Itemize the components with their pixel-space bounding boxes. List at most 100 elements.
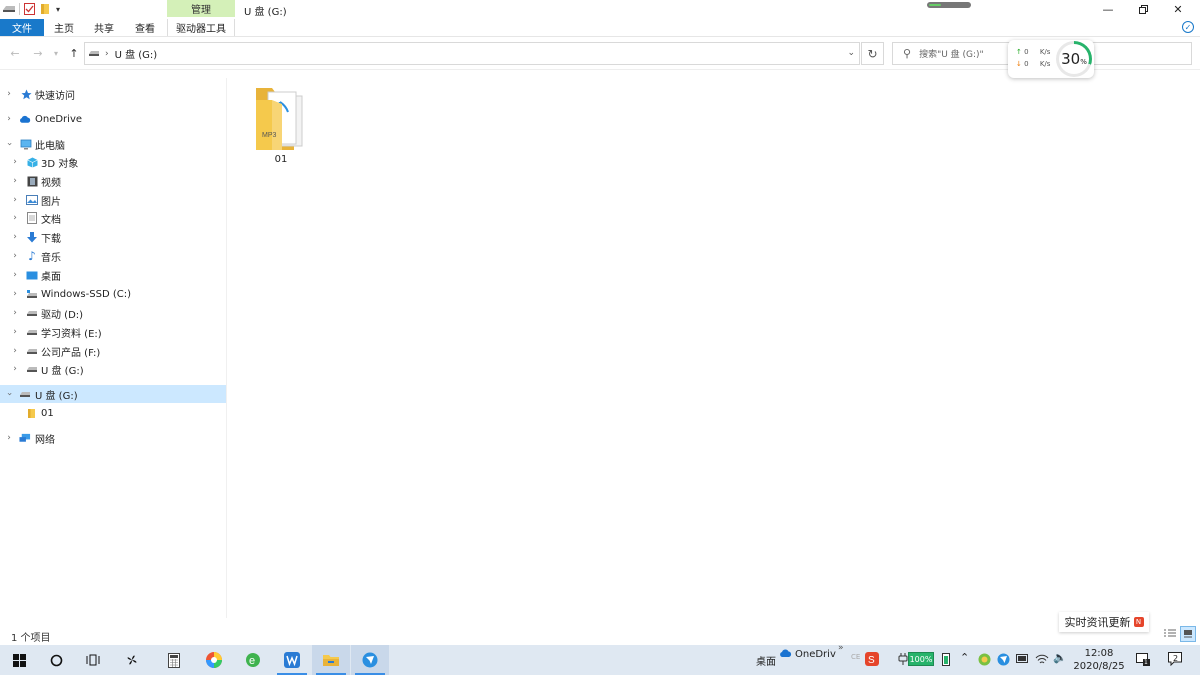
large-icons-view-button[interactable]	[1180, 626, 1196, 642]
ie-browser-button[interactable]: e	[234, 645, 272, 675]
nav-item-drive-g[interactable]: › U 盘 (G:)	[0, 360, 226, 378]
nav-item-downloads[interactable]: › 下载	[0, 228, 226, 246]
action-center-icon[interactable]: 2	[1168, 652, 1182, 669]
tab-share[interactable]: 共享	[84, 19, 124, 36]
nav-item-drive-c[interactable]: › Windows-SSD (C:)	[0, 285, 226, 303]
wifi-icon[interactable]	[1035, 653, 1049, 668]
network-speed-widget[interactable]: ↑ 0 K/s ↓ 0 K/s 30%	[1008, 40, 1094, 78]
expand-chevron-icon[interactable]: ›	[10, 213, 20, 223]
refresh-button[interactable]: ↻	[861, 42, 884, 65]
expand-chevron-icon[interactable]: ›	[10, 270, 20, 280]
nav-label: OneDrive	[35, 113, 83, 125]
search-button[interactable]	[37, 645, 75, 675]
breadcrumb-current[interactable]: U 盘 (G:)	[115, 46, 158, 61]
large-icons-view-icon	[1184, 630, 1192, 638]
tab-file[interactable]: 文件	[0, 19, 44, 36]
drive-icon	[26, 326, 38, 338]
feishu-tray-icon[interactable]	[997, 653, 1010, 669]
security-tray-icon[interactable]	[978, 653, 991, 669]
collapse-chevron-icon[interactable]: ›	[4, 139, 14, 149]
expand-chevron-icon[interactable]: ›	[10, 327, 20, 337]
system-clock[interactable]: 12:08 2020/8/25	[1072, 647, 1126, 673]
help-icon[interactable]: ✓	[1182, 21, 1194, 33]
new-folder-icon[interactable]	[40, 2, 52, 16]
expand-chevron-icon[interactable]: ›	[10, 346, 20, 356]
nav-onedrive[interactable]: › OneDrive	[0, 110, 226, 128]
nav-item-documents[interactable]: › 文档	[0, 209, 226, 227]
close-button[interactable]: ✕	[1160, 0, 1196, 19]
expand-chevron-icon[interactable]: ›	[10, 364, 20, 374]
wps-app-button[interactable]	[273, 645, 311, 675]
address-bar[interactable]: › U 盘 (G:) ⌄	[84, 42, 860, 65]
expand-chevron-icon[interactable]: ›	[4, 114, 14, 124]
up-button[interactable]: ↑	[67, 46, 81, 60]
forward-button[interactable]: →	[31, 46, 45, 60]
nav-item-music[interactable]: › ♪ 音乐	[0, 247, 226, 265]
expand-chevron-icon[interactable]: ›	[10, 157, 20, 167]
pinwheel-app-button[interactable]	[113, 645, 151, 675]
tray-onedrive-label[interactable]: OneDriv	[795, 649, 836, 660]
nav-quick-access[interactable]: › 快速访问	[0, 85, 226, 103]
upload-value: 0	[1024, 48, 1029, 56]
file-explorer-button[interactable]	[312, 645, 350, 675]
expand-chevron-icon[interactable]: ›	[10, 289, 20, 299]
nav-item-folder-01[interactable]: 01	[0, 404, 226, 422]
nav-item-usb-selected[interactable]: › U 盘 (G:)	[0, 385, 226, 403]
nav-item-drive-f[interactable]: › 公司产品 (F:)	[0, 342, 226, 360]
calculator-button[interactable]	[155, 645, 193, 675]
details-view-button[interactable]	[1162, 626, 1178, 642]
customize-quick-access-icon[interactable]: ▾	[56, 2, 66, 16]
expand-chevron-icon[interactable]: ›	[4, 433, 14, 443]
volume-icon[interactable]: 🔈	[1053, 651, 1067, 664]
clock-time: 12:08	[1084, 648, 1114, 659]
feishu-app-button[interactable]	[351, 645, 389, 675]
notification-icon[interactable]: 1	[1136, 653, 1150, 669]
address-dropdown-icon[interactable]: ⌄	[847, 48, 855, 58]
battery-percent[interactable]: 100%	[908, 652, 934, 666]
memory-usage-ring[interactable]: 30%	[1056, 41, 1092, 77]
nav-item-drive-d[interactable]: › 驱动 (D:)	[0, 304, 226, 322]
breadcrumb-chevron-icon[interactable]: ›	[105, 49, 109, 59]
expand-chevron-icon[interactable]: ›	[10, 195, 20, 205]
expand-chevron-icon[interactable]: ›	[10, 251, 20, 261]
nav-item-videos[interactable]: › 视频	[0, 172, 226, 190]
nav-label: 01	[41, 407, 54, 419]
nav-item-3d-objects[interactable]: › 3D 对象	[0, 153, 226, 171]
expand-chevron-icon[interactable]: ›	[10, 308, 20, 318]
restore-button[interactable]	[1125, 0, 1161, 19]
nav-item-drive-e[interactable]: › 学习资料 (E:)	[0, 323, 226, 341]
expand-chevron-icon[interactable]: ›	[4, 89, 14, 99]
collapse-chevron-icon[interactable]: ›	[4, 389, 14, 399]
battery-icon[interactable]	[942, 652, 950, 669]
task-view-button[interactable]	[74, 645, 112, 675]
nav-this-pc[interactable]: › 此电脑	[0, 135, 226, 153]
ime-indicator[interactable]: CE	[851, 653, 860, 661]
color-picker-app-button[interactable]	[195, 645, 233, 675]
power-plug-icon[interactable]	[898, 653, 908, 668]
back-button[interactable]: ←	[8, 46, 22, 60]
show-hidden-icons-chevron-icon[interactable]: ⌃	[960, 651, 969, 664]
tab-manage[interactable]: 管理	[167, 0, 235, 17]
folder-name[interactable]: 01	[248, 154, 314, 165]
action-center-count: 2	[1173, 654, 1179, 663]
toolbar-overflow-icon[interactable]: »	[838, 643, 844, 653]
expand-chevron-icon[interactable]: ›	[10, 176, 20, 186]
tab-home[interactable]: 主页	[44, 19, 84, 36]
search-placeholder[interactable]: 搜索"U 盘 (G:)"	[919, 47, 984, 60]
sogou-input-icon[interactable]: S	[865, 652, 879, 669]
nav-network[interactable]: › 网络	[0, 429, 226, 447]
minimize-button[interactable]: —	[1090, 0, 1126, 19]
onedrive-tray-icon[interactable]	[779, 649, 792, 661]
battery-status-icon[interactable]	[1016, 654, 1029, 666]
properties-icon[interactable]	[24, 2, 36, 16]
expand-chevron-icon[interactable]: ›	[10, 232, 20, 242]
nav-item-pictures[interactable]: › 图片	[0, 191, 226, 209]
nav-item-desktop[interactable]: › 桌面	[0, 266, 226, 284]
recent-locations-button[interactable]: ▾	[51, 46, 61, 60]
news-popup[interactable]: 实时资讯更新 N	[1059, 612, 1149, 632]
tab-view[interactable]: 查看	[124, 19, 166, 36]
tray-desktop-label[interactable]: 桌面	[756, 653, 776, 668]
folder-item[interactable]: MP3 01	[248, 84, 314, 168]
start-button[interactable]	[0, 645, 38, 675]
tab-drive-tools[interactable]: 驱动器工具	[167, 19, 235, 36]
